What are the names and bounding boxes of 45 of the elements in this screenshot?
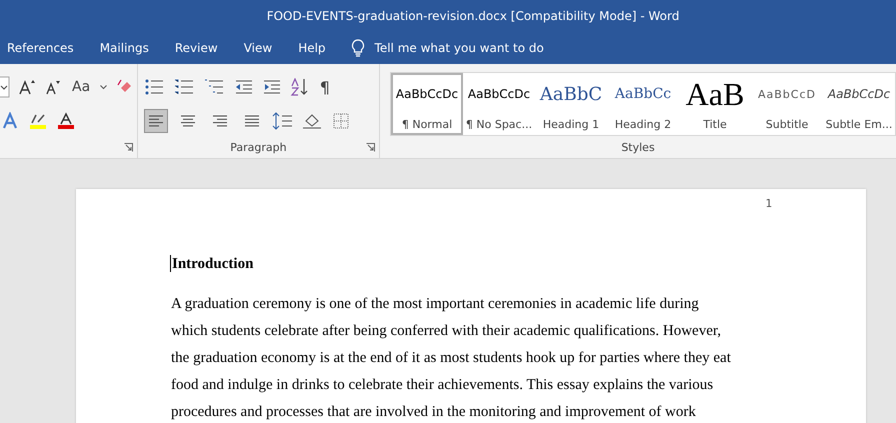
change-case-button[interactable]: Aa — [70, 79, 92, 95]
dialog-launcher-icon[interactable] — [124, 143, 133, 152]
window-title: FOOD-EVENTS-graduation-revision.docx [Compatibility Mode] - Word — [266, 9, 680, 23]
dialog-launcher-icon[interactable] — [366, 143, 375, 152]
shrink-font-icon[interactable] — [44, 78, 62, 96]
ribbon-tab[interactable]: Help — [285, 33, 339, 63]
align-button[interactable] — [144, 109, 168, 133]
body-paragraph: A graduation ceremony is one of the most important ceremonies in academic life during which students celebrate after being conferred with their academic qualifications. However, the graduation economy is at the end of it as most students hook up for parties where they eat food and indulge in drinks to celebrate their achievements. This essay explains the various procedures and processes that are involved in the monitoring and improvement of work — [171, 295, 732, 422]
style-button[interactable]: AaBbCcDc Subtle Em... — [823, 73, 895, 135]
group-label: Paragraph — [230, 140, 287, 154]
highlighter-icon[interactable] — [28, 112, 48, 130]
grow-font-icon[interactable] — [18, 78, 36, 96]
decrease-indent-icon[interactable] — [234, 78, 254, 96]
caret-icon[interactable] — [100, 84, 108, 90]
style-button[interactable]: AaBbCcDc ¶ Normal — [391, 73, 463, 135]
numbered-list-icon[interactable] — [174, 78, 196, 96]
tell-me-field[interactable]: Tell me what you want to do — [374, 41, 544, 55]
align-lines-icon — [148, 115, 163, 127]
shading-icon[interactable] — [302, 112, 324, 130]
line-spacing-icon[interactable] — [272, 112, 294, 130]
sort-icon[interactable] — [290, 78, 310, 96]
group-label: Styles — [621, 140, 655, 154]
align-lines-icon — [244, 115, 259, 127]
text-effects-icon[interactable] — [0, 112, 20, 130]
dropdown-caret-icon[interactable] — [0, 76, 10, 98]
bullet-list-icon[interactable] — [144, 78, 166, 96]
style-button[interactable]: AaBbCcD Subtitle — [751, 73, 823, 135]
font-color-icon[interactable] — [56, 112, 76, 130]
multilevel-list-icon[interactable] — [204, 78, 226, 96]
ribbon-tab[interactable]: View — [230, 33, 286, 63]
page-number: 1 — [765, 197, 772, 210]
borders-icon[interactable] — [332, 112, 350, 130]
ribbon-tab[interactable]: References — [0, 33, 87, 63]
style-button[interactable]: AaBbCc Heading 2 — [607, 73, 679, 135]
style-button[interactable]: AaBbC Heading 1 — [535, 73, 607, 135]
style-button[interactable]: AaB Title — [679, 73, 751, 135]
ribbon-tab[interactable]: Review — [162, 33, 231, 63]
lightbulb-icon — [350, 39, 365, 57]
align-lines-icon — [212, 115, 227, 127]
document-heading: Introduction — [172, 256, 254, 273]
style-button[interactable]: AaBbCcDc ¶ No Spac... — [463, 73, 535, 135]
ribbon-tab[interactable]: Mailings — [86, 33, 162, 63]
align-lines-icon — [180, 115, 195, 127]
show-formatting-button[interactable]: ¶ — [318, 78, 332, 96]
increase-indent-icon[interactable] — [262, 78, 282, 96]
